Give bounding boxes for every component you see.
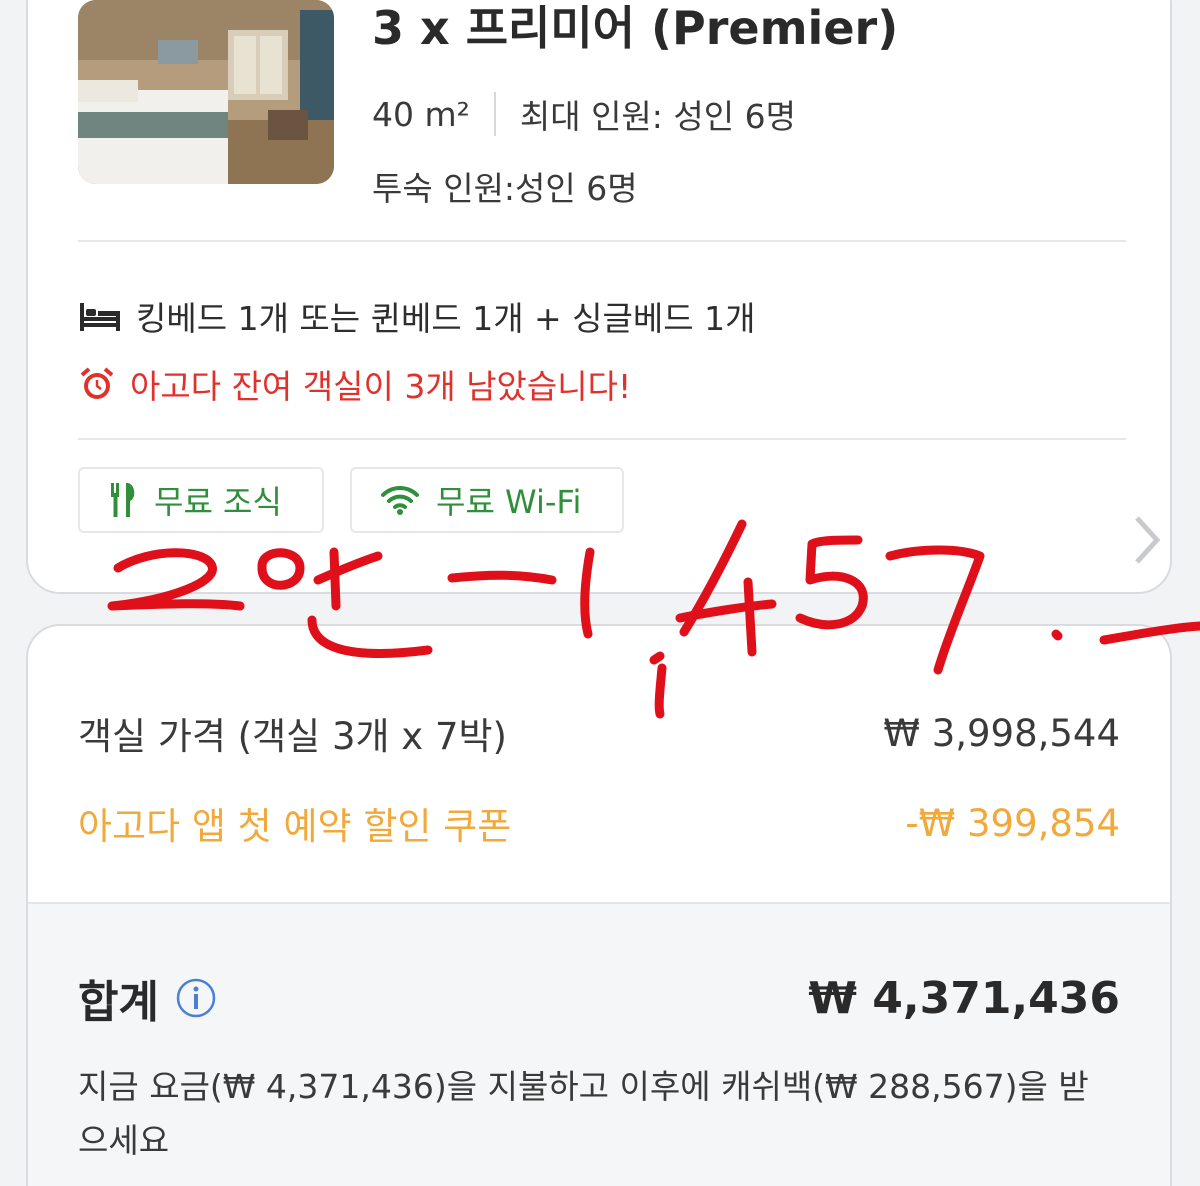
cashback-note: 지금 요금(₩ 4,371,436)을 지불하고 이후에 캐쉬백(₩ 288,5… [78, 1067, 1089, 1160]
booking-summary-screen: 3 x 프리미어 (Premier) 40 m² 최대 인원: 성인 6명 투숙… [0, 0, 1200, 1186]
room-size: 40 m² [372, 94, 470, 134]
total-row: 합계 ₩ 4,371,436 [78, 966, 1120, 1030]
room-photo-image [78, 0, 334, 184]
bed-info: 킹베드 1개 또는 퀸베드 1개 + 싱글베드 1개 [78, 292, 755, 340]
total-section: 합계 ₩ 4,371,436 지금 요금(₩ 4,371,436)을 지불하고 … [28, 902, 1170, 1186]
availability-alert: 아고다 잔여 객실이 3개 남았습니다! [78, 360, 631, 408]
bed-icon [80, 303, 120, 331]
meta-divider [493, 92, 496, 136]
total-label-group: 합계 [78, 966, 217, 1030]
room-guests: 투숙 인원:성인 6명 [372, 169, 638, 208]
coupon-row: 아고다 앱 첫 예약 할인 쿠폰 -₩ 399,854 [78, 796, 1120, 850]
coupon-label: 아고다 앱 첫 예약 할인 쿠폰 [78, 805, 512, 848]
room-max-occupancy: 최대 인원: 성인 6명 [519, 97, 796, 136]
availability-alert-text: 아고다 잔여 객실이 3개 남았습니다! [130, 367, 632, 406]
divider [78, 438, 1126, 440]
carousel-next-button[interactable] [1124, 512, 1168, 568]
wifi-icon [381, 485, 419, 515]
amenity-label: 무료 조식 [154, 483, 282, 521]
amenity-free-breakfast: 무료 조식 [78, 467, 324, 533]
total-value: ₩ 4,371,436 [808, 972, 1120, 1024]
utensils-icon [111, 483, 135, 517]
room-price-label: 객실 가격 (객실 3개 x 7박) [78, 715, 507, 758]
info-icon[interactable] [175, 977, 217, 1019]
room-card: 3 x 프리미어 (Premier) 40 m² 최대 인원: 성인 6명 투숙… [26, 0, 1172, 594]
room-price-value: ₩ 3,998,544 [883, 711, 1120, 755]
amenity-label: 무료 Wi-Fi [436, 483, 582, 521]
price-breakdown-card: 객실 가격 (객실 3개 x 7박) ₩ 3,998,544 아고다 앱 첫 예… [26, 624, 1172, 1186]
coupon-value: -₩ 399,854 [905, 801, 1120, 845]
total-label: 합계 [78, 977, 159, 1028]
room-price-row: 객실 가격 (객실 3개 x 7박) ₩ 3,998,544 [78, 706, 1120, 760]
alarm-clock-icon [80, 367, 114, 399]
amenity-free-wifi: 무료 Wi-Fi [350, 467, 624, 533]
divider [78, 240, 1126, 242]
room-photo[interactable] [78, 0, 334, 184]
bed-label: 킹베드 1개 또는 퀸베드 1개 + 싱글베드 1개 [136, 299, 756, 338]
room-title: 3 x 프리미어 (Premier) [372, 1, 899, 55]
chevron-right-icon [1135, 516, 1161, 564]
room-meta: 40 m² 최대 인원: 성인 6명 [372, 90, 796, 138]
